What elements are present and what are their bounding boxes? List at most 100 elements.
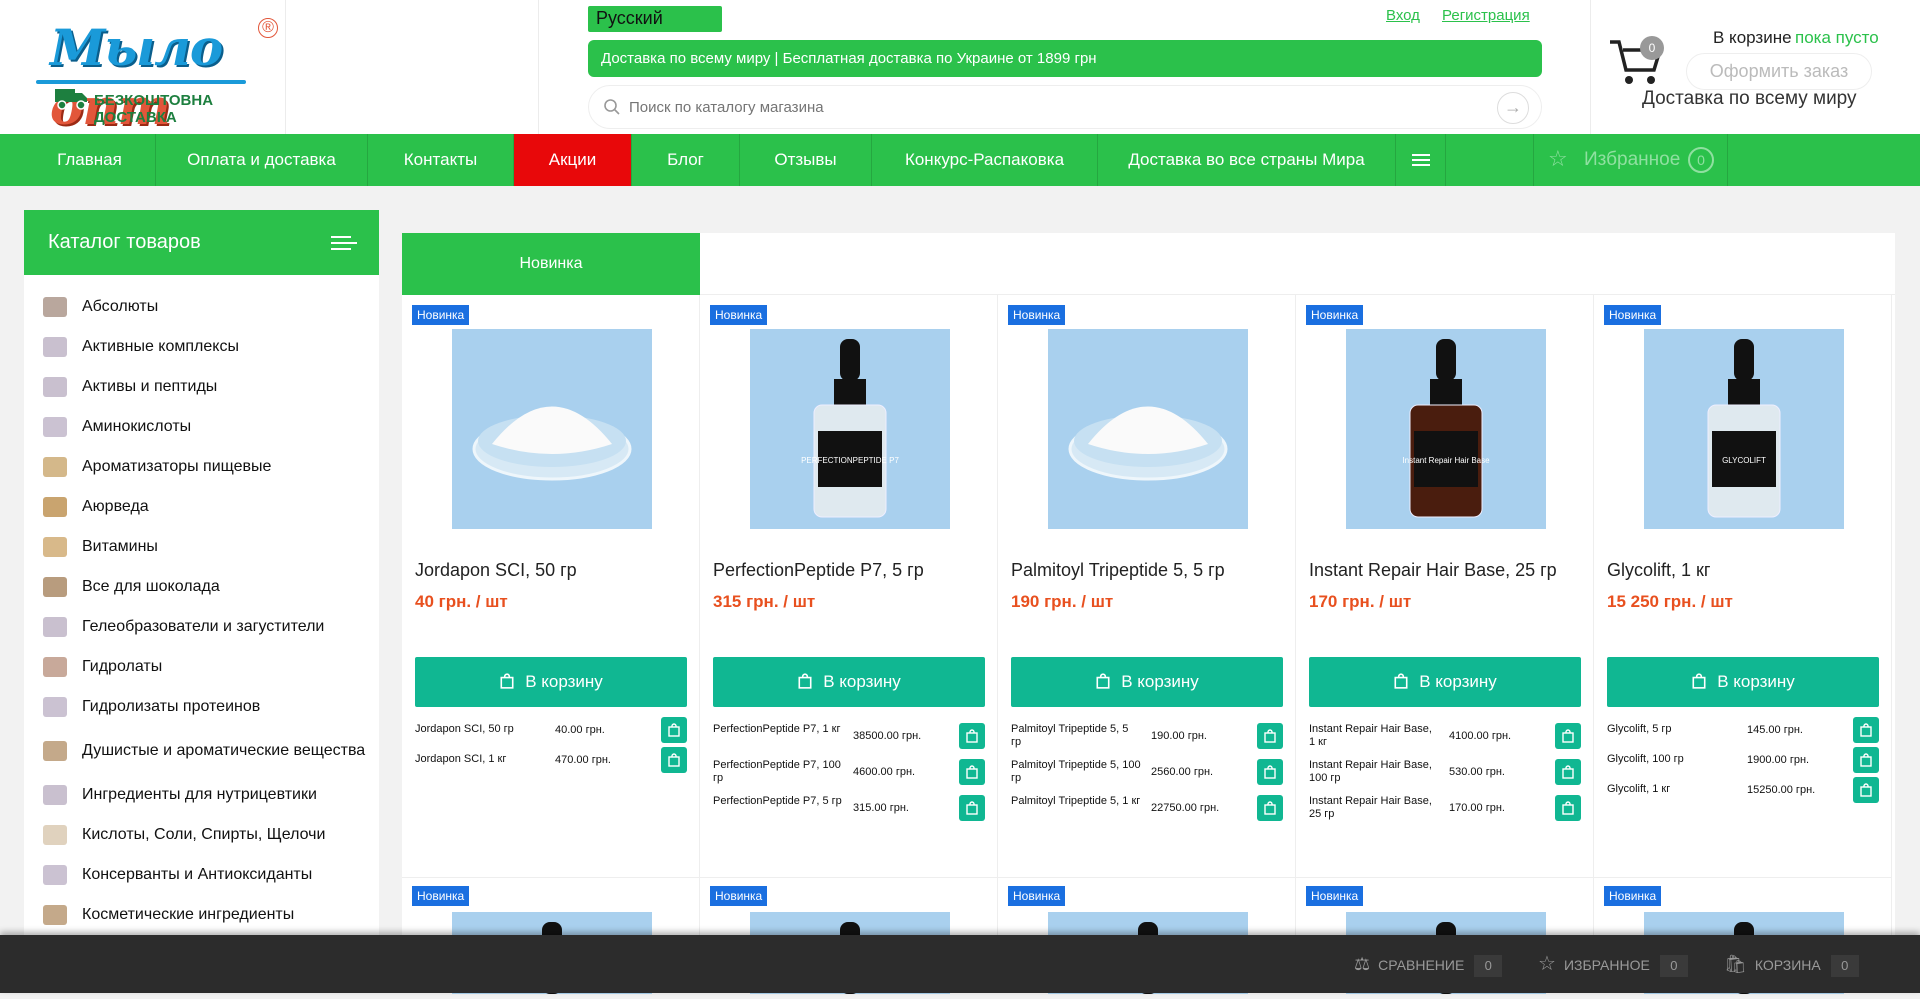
nav-item-reviews[interactable]: Отзывы (740, 134, 872, 186)
add-to-cart-button[interactable]: В корзину (415, 657, 687, 707)
category-item[interactable]: Витамины (24, 527, 379, 567)
new-badge: Новинка (1604, 305, 1662, 325)
shipping-note: Доставка по всему миру (1642, 88, 1857, 109)
category-item[interactable]: Гидролаты (24, 647, 379, 687)
category-item[interactable]: Активы и пептиды (24, 367, 379, 407)
login-link[interactable]: Вход (1386, 7, 1420, 24)
variant-add-to-cart-button[interactable] (661, 747, 687, 773)
add-to-cart-button[interactable]: В корзину (1309, 657, 1581, 707)
category-item[interactable]: Кислоты, Соли, Спирты, Щелочи (24, 815, 379, 855)
product-image[interactable] (1048, 329, 1248, 529)
header-divider (538, 0, 539, 134)
compare-widget[interactable]: ⚖ СРАВНЕНИЕ 0 (1354, 935, 1503, 993)
variant-add-to-cart-button[interactable] (1853, 747, 1879, 773)
variant-add-to-cart-button[interactable] (1853, 777, 1879, 803)
search-input[interactable] (629, 96, 1429, 118)
category-item[interactable]: Гидролизаты протеинов (24, 687, 379, 727)
category-label: Активные комплексы (82, 338, 239, 355)
product-image[interactable] (452, 329, 652, 529)
product-image[interactable]: PERFECTIONPEPTIDE P7 (750, 329, 950, 529)
variant-row: PerfectionPeptide P7, 100 гр 4600.00 грн. (713, 759, 985, 795)
variant-add-to-cart-button[interactable] (1257, 759, 1283, 785)
category-item[interactable]: Абсолюты (24, 287, 379, 327)
category-item[interactable]: Ингредиенты для нутрицевтики (24, 775, 379, 815)
variant-add-to-cart-button[interactable] (959, 723, 985, 749)
category-item[interactable]: Ароматизаторы пищевые (24, 447, 379, 487)
add-to-cart-button[interactable]: В корзину (1607, 657, 1879, 707)
product-name[interactable]: Instant Repair Hair Base, 25 гр (1309, 560, 1557, 581)
main-navigation: Главная Оплата и доставка Контакты Акции… (0, 134, 1920, 186)
add-to-cart-button[interactable]: В корзину (713, 657, 985, 707)
product-image[interactable]: Instant Repair Hair Base (1346, 329, 1546, 529)
new-badge: Новинка (1604, 886, 1662, 906)
cart-label: В корзине (1713, 28, 1792, 47)
checkout-button[interactable]: Оформить заказ (1686, 53, 1872, 90)
variant-name: Instant Repair Hair Base, 100 гр (1309, 759, 1432, 784)
variant-row: Palmitoyl Tripeptide 5, 100 гр 2560.00 гр… (1011, 759, 1283, 795)
product-name[interactable]: Glycolift, 1 кг (1607, 560, 1710, 581)
tab-new[interactable]: Новинка (402, 233, 700, 295)
category-item[interactable]: Активные комплексы (24, 327, 379, 367)
category-thumbnail (43, 337, 67, 357)
nav-item-payment-delivery[interactable]: Оплата и доставка (156, 134, 368, 186)
more-menu-icon[interactable] (1396, 134, 1446, 186)
category-thumbnail (43, 417, 67, 437)
product-image[interactable]: GLYCOLIFT (1644, 329, 1844, 529)
catalog-menu-icon[interactable] (331, 234, 357, 252)
category-item[interactable]: Аминокислоты (24, 407, 379, 447)
new-badge: Новинка (412, 305, 470, 325)
catalog-sidebar: Каталог товаров Абсолюты Активные компле… (24, 210, 379, 993)
catalog-header[interactable]: Каталог товаров (24, 210, 379, 275)
nav-favorites[interactable]: ☆ Избранное 0 (1533, 134, 1728, 186)
variant-add-to-cart-button[interactable] (959, 795, 985, 821)
nav-item-contacts[interactable]: Контакты (368, 134, 514, 186)
product-price: 170 грн. / шт (1309, 592, 1412, 611)
variant-add-to-cart-button[interactable] (959, 759, 985, 785)
category-label: Кислоты, Соли, Спирты, Щелочи (82, 826, 326, 843)
catalog-title: Каталог товаров (48, 231, 201, 253)
category-item[interactable]: Душистые и ароматические вещества (24, 727, 379, 775)
variant-price: 4100.00 грн. (1449, 730, 1512, 742)
variant-add-to-cart-button[interactable] (661, 717, 687, 743)
category-item[interactable]: Гелеобразователи и загустители (24, 607, 379, 647)
cart-widget[interactable]: 🛍 КОРЗИНА 0 (1724, 935, 1859, 993)
cart-count-badge: 0 (1640, 36, 1664, 60)
add-to-cart-label: В корзину (1717, 672, 1795, 691)
bottle-label: Instant Repair Hair Base (1402, 456, 1490, 465)
product-name[interactable]: PerfectionPeptide P7, 5 гр (713, 560, 924, 581)
variant-add-to-cart-button[interactable] (1257, 795, 1283, 821)
variant-row: Instant Repair Hair Base, 1 кг 4100.00 гр… (1309, 723, 1581, 759)
variant-row: Glycolift, 100 гр 1900.00 грн. (1607, 747, 1879, 783)
variant-add-to-cart-button[interactable] (1555, 759, 1581, 785)
add-to-cart-button[interactable]: В корзину (1011, 657, 1283, 707)
site-logo[interactable]: Мыло опт ® БЕЗКОШТОВНА ДОСТАВКА (30, 18, 280, 136)
product-name[interactable]: Jordapon SCI, 50 гр (415, 560, 577, 581)
register-link[interactable]: Регистрация (1442, 7, 1530, 24)
category-thumbnail (43, 297, 67, 317)
variant-add-to-cart-button[interactable] (1555, 795, 1581, 821)
category-item[interactable]: Косметические ингредиенты (24, 895, 379, 935)
category-thumbnail (43, 617, 67, 637)
variant-add-to-cart-button[interactable] (1555, 723, 1581, 749)
variant-name: Glycolift, 5 гр (1607, 723, 1672, 735)
category-label: Аминокислоты (82, 418, 192, 435)
favorites-count: 0 (1688, 147, 1714, 173)
language-selector[interactable]: Русский (588, 6, 722, 32)
nav-item-contest[interactable]: Конкурс-Распаковка (872, 134, 1098, 186)
category-item[interactable]: Все для шоколада (24, 567, 379, 607)
category-item[interactable]: Консерванты и Антиоксиданты (24, 855, 379, 895)
variant-add-to-cart-button[interactable] (1853, 717, 1879, 743)
nav-item-blog[interactable]: Блог (632, 134, 740, 186)
variant-add-to-cart-button[interactable] (1257, 723, 1283, 749)
category-thumbnail (43, 457, 67, 477)
nav-item-sales[interactable]: Акции (514, 134, 632, 186)
variant-price: 315.00 грн. (853, 802, 909, 814)
nav-item-home[interactable]: Главная (24, 134, 156, 186)
category-item[interactable]: Аюрведа (24, 487, 379, 527)
cart-count: 0 (1830, 955, 1859, 977)
category-thumbnail (43, 741, 67, 761)
favorites-widget[interactable]: ☆ ИЗБРАННОЕ 0 (1538, 935, 1688, 993)
search-submit-arrow-icon[interactable]: → (1497, 92, 1529, 124)
product-name[interactable]: Palmitoyl Tripeptide 5, 5 гр (1011, 560, 1225, 581)
nav-item-worldwide-delivery[interactable]: Доставка во все страны Мира (1098, 134, 1396, 186)
